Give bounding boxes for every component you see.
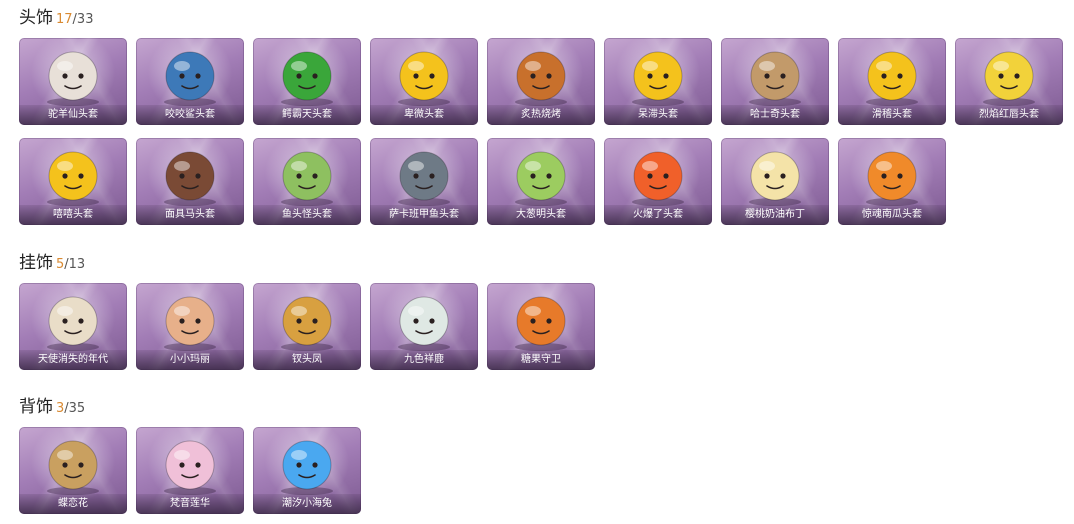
item-card[interactable]: 面具马头套	[136, 138, 244, 225]
item-grid: 蝶恋花 梵音莲华 潮汐小海兔	[19, 427, 1063, 514]
item-label: 鱼头怪头套	[253, 205, 361, 225]
item-label: 天使消失的年代	[19, 350, 127, 370]
item-card[interactable]: 火爆了头套	[604, 138, 712, 225]
item-card[interactable]: 梵音莲华	[136, 427, 244, 514]
pikachu-head-icon	[983, 51, 1035, 106]
item-card[interactable]: 鱼头怪头套	[253, 138, 361, 225]
item-label: 哈士奇头套	[721, 105, 829, 125]
item-card[interactable]: 潮汐小海兔	[253, 427, 361, 514]
grilled-meat-icon	[515, 51, 567, 106]
item-card[interactable]: 蝶恋花	[19, 427, 127, 514]
section-back-ornament: 背饰 3/35 蝶恋花 梵音莲华 潮汐小海兔	[19, 395, 1063, 514]
item-card[interactable]: 炙热烧烤	[487, 38, 595, 125]
shark-head-icon	[164, 51, 216, 106]
angel-figure-icon	[47, 296, 99, 351]
sea-bunny-icon	[281, 440, 333, 495]
item-label: 火爆了头套	[604, 205, 712, 225]
fire-spirit-head-icon	[632, 151, 684, 206]
sacabambaspis-head-icon	[398, 151, 450, 206]
total-count: /13	[64, 257, 86, 272]
section-title: 挂饰 5/13	[19, 251, 1063, 275]
item-label: 蝶恋花	[19, 494, 127, 514]
item-label: 驼羊仙头套	[19, 105, 127, 125]
item-label: 炙热烧烤	[487, 105, 595, 125]
item-card[interactable]: 大葱明头套	[487, 138, 595, 225]
husky-head-icon	[749, 51, 801, 106]
fish-head-icon	[281, 151, 333, 206]
item-card[interactable]: 小小玛丽	[136, 283, 244, 370]
item-card[interactable]: 卑微头套	[370, 38, 478, 125]
section-title: 背饰 3/35	[19, 395, 1063, 419]
section-headwear: 头饰 17/33 驼羊仙头套 咬咬鲨头套 鳄霸天头套 卑微头套 炙热烧烤 呆滞头套 哈士奇头套…	[19, 6, 1063, 225]
item-label: 萨卡班甲鱼头套	[370, 205, 478, 225]
item-label: 咬咬鲨头套	[136, 105, 244, 125]
section-count: 17/33	[56, 12, 93, 27]
section-title-text: 头饰	[19, 8, 53, 28]
section-title-text: 背饰	[19, 397, 53, 417]
item-label: 钗头凤	[253, 350, 361, 370]
item-card[interactable]: 呆滞头套	[604, 38, 712, 125]
butterfly-flower-icon	[47, 440, 99, 495]
item-card[interactable]: 萨卡班甲鱼头套	[370, 138, 478, 225]
total-count: /33	[72, 12, 94, 27]
item-label: 糖果守卫	[487, 350, 595, 370]
section-count: 5/13	[56, 257, 85, 272]
item-label: 九色祥鹿	[370, 350, 478, 370]
item-grid: 天使消失的年代 小小玛丽 钗头凤 九色祥鹿 糖果守卫	[19, 283, 1063, 370]
item-label: 梵音莲华	[136, 494, 244, 514]
item-label: 小小玛丽	[136, 350, 244, 370]
section-hanging-ornament: 挂饰 5/13 天使消失的年代 小小玛丽 钗头凤 九色祥鹿 糖果守卫	[19, 251, 1063, 370]
item-label: 大葱明头套	[487, 205, 595, 225]
item-card[interactable]: 驼羊仙头套	[19, 38, 127, 125]
item-card[interactable]: 滑稽头套	[838, 38, 946, 125]
item-label: 嘻嘻头套	[19, 205, 127, 225]
raccoon-mask-icon	[47, 51, 99, 106]
item-label: 樱桃奶油布丁	[721, 205, 829, 225]
funny-emoji-head-icon	[866, 51, 918, 106]
dazed-emoji-head-icon	[632, 51, 684, 106]
section-title-text: 挂饰	[19, 253, 53, 273]
item-card[interactable]: 钗头凤	[253, 283, 361, 370]
item-card[interactable]: 惊魂南瓜头套	[838, 138, 946, 225]
item-label: 滑稽头套	[838, 105, 946, 125]
total-count: /35	[64, 401, 86, 416]
item-label: 呆滞头套	[604, 105, 712, 125]
item-label: 卑微头套	[370, 105, 478, 125]
section-count: 3/35	[56, 401, 85, 416]
shy-emoji-head-icon	[398, 51, 450, 106]
crocodile-head-icon	[281, 51, 333, 106]
item-card[interactable]: 樱桃奶油布丁	[721, 138, 829, 225]
item-card[interactable]: 嘻嘻头套	[19, 138, 127, 225]
item-card[interactable]: 糖果守卫	[487, 283, 595, 370]
item-grid: 驼羊仙头套 咬咬鲨头套 鳄霸天头套 卑微头套 炙热烧烤 呆滞头套 哈士奇头套 滑稽头套 烈焰红唇…	[19, 38, 1063, 225]
nine-color-deer-icon	[398, 296, 450, 351]
grin-emoji-head-icon	[47, 151, 99, 206]
item-card[interactable]: 九色祥鹿	[370, 283, 478, 370]
item-label: 面具马头套	[136, 205, 244, 225]
item-card[interactable]: 鳄霸天头套	[253, 38, 361, 125]
item-card[interactable]: 哈士奇头套	[721, 38, 829, 125]
candy-guard-icon	[515, 296, 567, 351]
green-onion-head-icon	[515, 151, 567, 206]
item-card[interactable]: 咬咬鲨头套	[136, 38, 244, 125]
item-card[interactable]: 天使消失的年代	[19, 283, 127, 370]
horse-mask-icon	[164, 151, 216, 206]
pumpkin-head-icon	[866, 151, 918, 206]
item-label: 烈焰红唇头套	[955, 105, 1063, 125]
phoenix-hairpin-figure-icon	[281, 296, 333, 351]
item-label: 潮汐小海兔	[253, 494, 361, 514]
section-title: 头饰 17/33	[19, 6, 1063, 30]
item-card[interactable]: 烈焰红唇头套	[955, 38, 1063, 125]
owned-count: 17	[56, 12, 73, 27]
mary-doll-icon	[164, 296, 216, 351]
cherry-pudding-icon	[749, 151, 801, 206]
item-label: 惊魂南瓜头套	[838, 205, 946, 225]
item-label: 鳄霸天头套	[253, 105, 361, 125]
lotus-girl-icon	[164, 440, 216, 495]
